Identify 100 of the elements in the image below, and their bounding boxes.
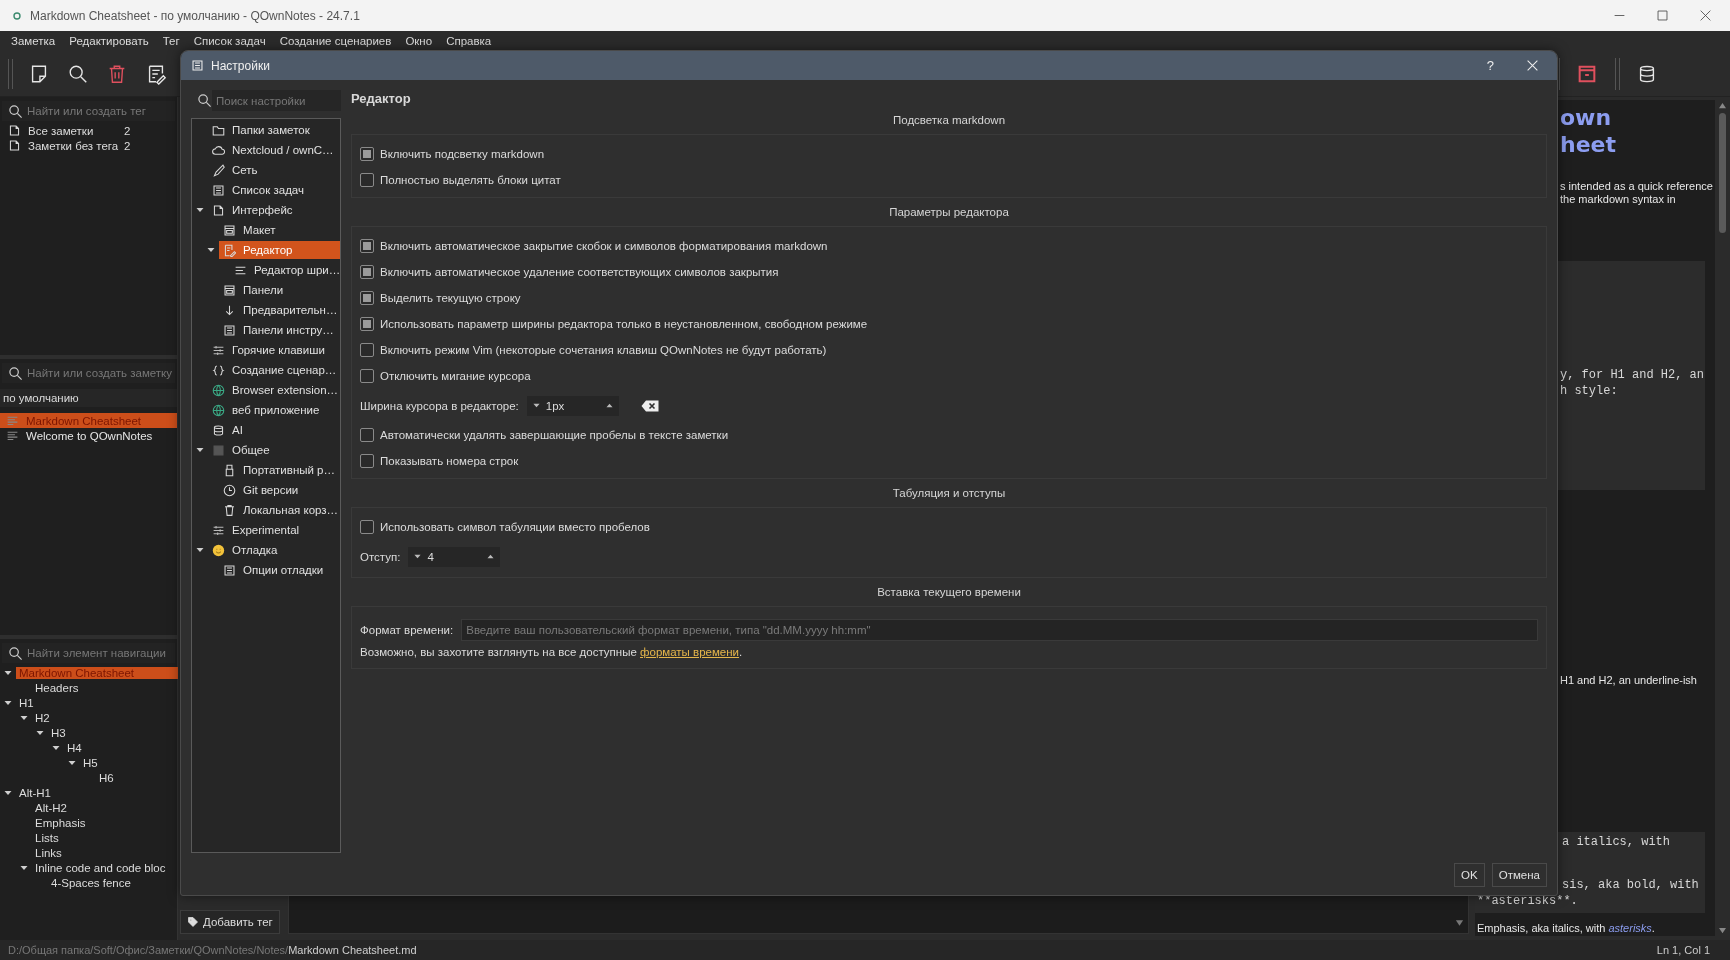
caret-icon[interactable] xyxy=(52,743,60,752)
tree-item[interactable]: Сеть xyxy=(208,161,340,179)
scroll-down-icon[interactable] xyxy=(1718,927,1727,934)
tag-item[interactable]: Заметки без тега xyxy=(28,139,124,152)
tree-item[interactable]: веб приложение xyxy=(208,401,340,419)
caret-icon[interactable] xyxy=(207,246,215,254)
preview-heading: own xyxy=(1559,104,1613,131)
checkbox[interactable] xyxy=(360,239,374,253)
tree-item[interactable]: Отладка xyxy=(208,541,340,559)
checkbox[interactable] xyxy=(360,147,374,161)
spin-box[interactable]: 4 xyxy=(408,546,501,567)
checkbox[interactable] xyxy=(360,173,374,187)
outline-item[interactable]: Headers xyxy=(32,681,82,694)
outline-item[interactable]: Alt-H2 xyxy=(32,801,70,814)
note-item[interactable]: Welcome to QOwnNotes xyxy=(0,428,177,443)
caret-icon[interactable] xyxy=(20,863,28,872)
scroll-up-icon[interactable] xyxy=(1718,102,1727,109)
outline-item[interactable]: 4-Spaces fence xyxy=(48,876,134,889)
tag-item[interactable]: Все заметки xyxy=(28,124,124,137)
menu-item[interactable]: Заметка xyxy=(4,35,63,47)
tree-item[interactable]: Редактор шри… xyxy=(230,261,341,279)
caret-icon[interactable] xyxy=(196,446,204,454)
tree-item[interactable]: Nextcloud / ownC… xyxy=(208,141,340,159)
outline-item[interactable]: H2 xyxy=(32,711,53,724)
menu-item[interactable]: Список задач xyxy=(186,35,273,47)
menu-item[interactable]: Создание сценариев xyxy=(272,35,399,47)
outline-item[interactable]: Lists xyxy=(32,831,62,844)
checkbox-label: Выделить текущую строку xyxy=(380,292,521,304)
caret-icon[interactable] xyxy=(68,758,76,767)
caret-icon[interactable] xyxy=(196,206,204,214)
tree-item[interactable]: Experimental xyxy=(208,521,340,539)
tree-item[interactable]: Портативный р… xyxy=(219,461,340,479)
tree-item[interactable]: Макет xyxy=(219,221,340,239)
caret-down-icon[interactable] xyxy=(532,402,540,409)
outline-item[interactable]: Emphasis xyxy=(32,816,89,829)
tree-item[interactable]: Опции отладки xyxy=(219,561,340,579)
tree-item[interactable]: Панели xyxy=(219,281,340,299)
tag-icon xyxy=(187,916,199,928)
maximize-icon[interactable] xyxy=(1656,9,1669,22)
outline-item[interactable]: H5 xyxy=(80,756,101,769)
caret-icon[interactable] xyxy=(4,668,12,677)
tree-item[interactable]: Общее xyxy=(208,441,340,459)
checkbox[interactable] xyxy=(360,343,374,357)
scroll-down-icon[interactable] xyxy=(1455,919,1464,927)
square-icon xyxy=(212,443,225,457)
tree-item[interactable]: Git версии xyxy=(219,481,340,499)
menu-item[interactable]: Тег xyxy=(155,35,187,47)
clear-icon[interactable] xyxy=(640,399,659,412)
tree-item[interactable]: Локальная корз… xyxy=(219,501,340,519)
outline-item[interactable]: Links xyxy=(32,846,65,859)
formats-link[interactable]: форматы времени xyxy=(640,646,740,658)
help-button[interactable]: ? xyxy=(1486,58,1494,73)
tree-item[interactable]: Список задач xyxy=(208,181,340,199)
caret-icon[interactable] xyxy=(4,788,12,797)
outline-item[interactable]: H6 xyxy=(96,771,117,784)
window-title: Markdown Cheatsheet - по умолчанию - QOwnNotes - 24.7.1 xyxy=(30,8,360,23)
search-field[interactable]: Найти или создать заметку xyxy=(2,363,175,383)
outline-item[interactable]: H1 xyxy=(16,696,37,709)
document-icon xyxy=(8,124,21,137)
tree-item[interactable]: Browser extension… xyxy=(208,381,340,399)
menu-item[interactable]: Окно xyxy=(398,35,440,47)
add-tag-button[interactable]: Добавить тег xyxy=(180,910,280,934)
menu-item[interactable]: Редактировать xyxy=(62,35,156,47)
tree-item[interactable]: Папки заметок xyxy=(208,121,340,139)
caret-down-icon[interactable] xyxy=(414,553,422,560)
checkbox[interactable] xyxy=(360,291,374,305)
cancel-button[interactable]: Отмена xyxy=(1491,863,1547,887)
caret-up-icon[interactable] xyxy=(605,402,613,409)
ok-button[interactable]: OK xyxy=(1454,863,1485,887)
tree-item[interactable]: Горячие клавиши xyxy=(208,341,340,359)
outline-item[interactable]: H3 xyxy=(48,726,69,739)
search-field[interactable]: Найти или создать тег xyxy=(2,101,175,121)
checkbox[interactable] xyxy=(360,265,374,279)
outline-item[interactable]: Alt-H1 xyxy=(16,786,54,799)
checkbox[interactable] xyxy=(360,454,374,468)
search-field[interactable]: Найти элемент навигации xyxy=(2,643,175,663)
menu-item[interactable]: Справка xyxy=(439,35,499,47)
caret-icon[interactable] xyxy=(4,698,12,707)
pen-icon xyxy=(212,163,225,177)
tree-item[interactable]: Интерфейс xyxy=(208,201,340,219)
outline-item[interactable]: Inline code and code bloc xyxy=(32,861,169,874)
checkbox[interactable] xyxy=(360,369,374,383)
caret-icon[interactable] xyxy=(36,728,44,737)
tree-item[interactable]: Создание сценар… xyxy=(208,361,340,379)
tree-item[interactable]: AI xyxy=(208,421,340,439)
close-icon[interactable] xyxy=(1699,9,1712,22)
spin-box[interactable]: 1px xyxy=(526,395,619,416)
checkbox[interactable] xyxy=(360,428,374,442)
checkbox[interactable] xyxy=(360,317,374,331)
tree-item[interactable]: Предварительн… xyxy=(219,301,340,319)
outline-item[interactable]: H4 xyxy=(64,741,85,754)
tree-item[interactable]: Панели инстру… xyxy=(219,321,340,339)
time-format-field[interactable]: Введите ваш пользовательский формат времени, типа "dd.MM.yyyy hh:mm" xyxy=(461,618,1538,641)
caret-up-icon[interactable] xyxy=(487,553,495,560)
caret-icon[interactable] xyxy=(196,546,204,554)
checkbox[interactable] xyxy=(360,520,374,534)
caret-icon[interactable] xyxy=(20,713,28,722)
scrollbar-thumb[interactable] xyxy=(1719,113,1726,233)
search-field[interactable]: Поиск настройки xyxy=(212,90,341,111)
tree-item[interactable]: Редактор xyxy=(219,241,340,259)
